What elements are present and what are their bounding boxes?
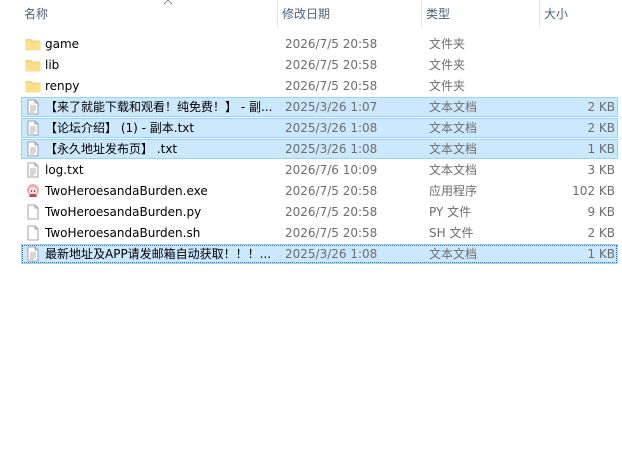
file-row[interactable]: TwoHeroesandaBurden.sh 2026/7/5 20:58 SH 文… [21, 223, 618, 243]
folder-icon [25, 57, 41, 73]
column-header-size-label: 大小 [544, 7, 569, 21]
file-date-modified: 2026/7/5 20:58 [285, 226, 378, 240]
app-exe-icon [25, 183, 41, 199]
file-size: 1 KB [587, 247, 615, 261]
column-header-type-label: 类型 [426, 7, 451, 21]
file-row[interactable]: 【永久地址发布页】 .txt 2025/3/26 1:08 文本文档 1 KB [21, 139, 618, 159]
text-file-icon [25, 246, 41, 262]
file-row[interactable]: TwoHeroesandaBurden.py 2026/7/5 20:58 PY 文… [21, 202, 618, 222]
folder-icon [25, 78, 41, 94]
column-header-type[interactable]: 类型 [422, 0, 540, 28]
file-size: 3 KB [587, 163, 615, 177]
file-size: 102 KB [572, 184, 615, 198]
file-date-modified: 2026/7/5 20:58 [285, 58, 378, 72]
file-date-modified: 2025/3/26 1:08 [285, 121, 378, 135]
column-header-size[interactable]: 大小 [540, 0, 622, 28]
file-name: 【永久地址发布页】 .txt [45, 142, 178, 156]
text-file-icon [25, 141, 41, 157]
file-name: renpy [45, 79, 80, 93]
file-row[interactable]: 最新地址及APP请发邮箱自动获取！！！... 2025/3/26 1:08 文本文档… [21, 244, 618, 264]
file-date-modified: 2026/7/5 20:58 [285, 79, 378, 93]
file-name: 【论坛介绍】 (1) - 副本.txt [45, 121, 195, 135]
file-size: 9 KB [587, 205, 615, 219]
file-date-modified: 2025/3/26 1:08 [285, 142, 378, 156]
file-name: log.txt [45, 163, 84, 177]
file-size: 2 KB [587, 121, 615, 135]
file-size: 2 KB [587, 100, 615, 114]
file-date-modified: 2025/3/26 1:07 [285, 100, 378, 114]
text-file-icon [25, 99, 41, 115]
file-date-modified: 2026/7/5 20:58 [285, 37, 378, 51]
file-row[interactable]: log.txt 2026/7/6 10:09 文本文档 3 KB [21, 160, 618, 180]
file-row[interactable]: renpy 2026/7/5 20:58 文件夹 [21, 76, 618, 96]
column-header-name-label: 名称 [24, 7, 49, 21]
file-date-modified: 2026/7/5 20:58 [285, 205, 378, 219]
file-row[interactable]: 【论坛介绍】 (1) - 副本.txt 2025/3/26 1:08 文本文档 2 K… [21, 118, 618, 138]
file-name: game [45, 37, 80, 51]
file-size [522, 35, 615, 53]
file-row[interactable]: TwoHeroesandaBurden.exe 2026/7/5 20:58 应用程… [21, 181, 618, 201]
file-row[interactable]: game 2026/7/5 20:58 文件夹 [21, 34, 618, 54]
file-size: 2 KB [587, 226, 615, 240]
file-size: 1 KB [587, 142, 615, 156]
text-file-icon [25, 120, 41, 136]
file-name: lib [45, 58, 60, 72]
column-header-date-label: 修改日期 [282, 7, 331, 21]
file-row[interactable]: 【来了就能下载和观看！纯免费！】 - 副... 2025/3/26 1:07 文本文… [21, 97, 618, 117]
text-file-icon [25, 162, 41, 178]
column-header-date[interactable]: 修改日期 [278, 0, 422, 28]
file-size [522, 56, 615, 74]
file-name: TwoHeroesandaBurden.exe [45, 184, 208, 198]
file-date-modified: 2026/7/5 20:58 [285, 184, 378, 198]
sort-ascending-icon [163, 0, 173, 5]
file-name: TwoHeroesandaBurden.sh [45, 226, 201, 240]
column-header-bar: 名称 修改日期 类型 大小 [0, 0, 622, 28]
blank-file-icon [25, 204, 41, 220]
blank-file-icon [25, 225, 41, 241]
column-header-name[interactable]: 名称 [20, 0, 278, 28]
file-size [522, 77, 615, 95]
file-date-modified: 2025/3/26 1:08 [285, 247, 378, 261]
folder-icon [25, 36, 41, 52]
file-name: 最新地址及APP请发邮箱自动获取！！！... [45, 247, 272, 261]
file-name: TwoHeroesandaBurden.py [45, 205, 202, 219]
file-name: 【来了就能下载和观看！纯免费！】 - 副... [45, 100, 273, 114]
file-row[interactable]: lib 2026/7/5 20:58 文件夹 [21, 55, 618, 75]
file-date-modified: 2026/7/6 10:09 [285, 163, 378, 177]
